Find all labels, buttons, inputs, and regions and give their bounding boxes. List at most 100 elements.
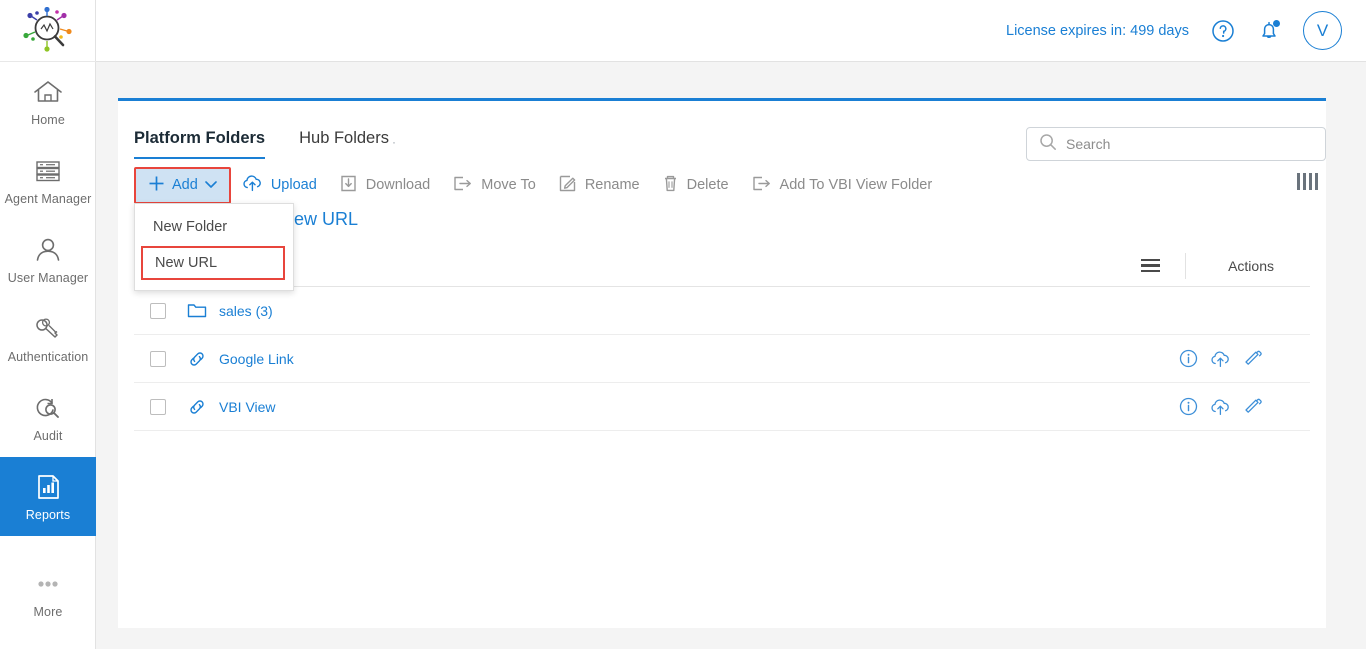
menu-item-new-folder[interactable]: New Folder bbox=[135, 210, 293, 244]
ellipsis-icon bbox=[31, 568, 65, 600]
sidebar-item-home[interactable]: Home bbox=[0, 62, 96, 141]
sidebar-item-label: Home bbox=[31, 113, 65, 127]
row-actions bbox=[1179, 349, 1262, 368]
table-row[interactable]: VBI View bbox=[134, 383, 1310, 431]
table-header: Actions bbox=[134, 245, 1310, 287]
toolbar-item-label: Rename bbox=[584, 177, 640, 193]
content-area: Platform Folders Hub Folders · Search Ad… bbox=[96, 62, 1366, 649]
add-dropdown-menu: New Folder New URL bbox=[134, 203, 294, 291]
cloud-upload-icon[interactable] bbox=[1210, 350, 1231, 368]
row-name[interactable]: sales (3) bbox=[219, 303, 273, 319]
keys-icon bbox=[31, 313, 65, 345]
sidebar-item-agent-manager[interactable]: Agent Manager bbox=[0, 141, 96, 220]
menu-item-label: New Folder bbox=[153, 219, 228, 235]
plus-icon bbox=[148, 175, 165, 196]
row-checkbox[interactable] bbox=[150, 350, 166, 367]
toolbar-item-label: Upload bbox=[270, 177, 317, 193]
row-name[interactable]: Google Link bbox=[219, 351, 294, 367]
list-menu-icon[interactable] bbox=[1141, 258, 1160, 273]
cloud-upload-icon bbox=[242, 174, 263, 196]
sidebar-item-label: Audit bbox=[33, 429, 63, 443]
chevron-down-icon bbox=[205, 177, 217, 193]
link-icon bbox=[186, 398, 208, 416]
search-box[interactable] bbox=[1026, 127, 1326, 161]
user-icon bbox=[31, 234, 65, 266]
menu-line bbox=[1141, 269, 1160, 273]
add-button[interactable]: Add bbox=[134, 166, 231, 204]
info-icon[interactable] bbox=[1179, 397, 1198, 416]
columns-icon[interactable] bbox=[1297, 173, 1318, 190]
info-icon[interactable] bbox=[1179, 349, 1198, 368]
menu-item-label: New URL bbox=[155, 255, 218, 271]
avatar-initial: V bbox=[1316, 20, 1329, 40]
pencil-square-icon bbox=[558, 174, 577, 197]
app-root: Home Agent Manager User Manager Authenti… bbox=[0, 0, 1366, 649]
home-icon bbox=[31, 76, 65, 108]
avatar[interactable]: V bbox=[1303, 11, 1342, 50]
sidebar-item-reports[interactable]: Reports bbox=[0, 457, 96, 536]
sidebar-item-user-manager[interactable]: User Manager bbox=[0, 220, 96, 299]
toolbar-item-label: Delete bbox=[686, 177, 729, 193]
column-bar bbox=[1309, 173, 1312, 190]
search-input[interactable] bbox=[1066, 136, 1313, 152]
question-circle-icon[interactable] bbox=[1211, 19, 1235, 43]
tab-platform-folders[interactable]: Platform Folders bbox=[134, 129, 266, 159]
tab-bar: Platform Folders Hub Folders · bbox=[118, 101, 1326, 161]
sidebar-item-label: More bbox=[33, 605, 63, 619]
breadcrumb[interactable]: Platform Folders / New URL bbox=[134, 209, 1326, 235]
cloud-upload-icon[interactable] bbox=[1210, 398, 1231, 416]
audit-search-icon bbox=[31, 392, 65, 424]
download-button[interactable]: Download bbox=[328, 167, 442, 204]
move-to-button[interactable]: Move To bbox=[441, 168, 547, 203]
download-box-icon bbox=[339, 174, 358, 197]
tab-label: Hub Folders bbox=[299, 129, 389, 147]
move-to-icon bbox=[452, 175, 473, 196]
top-bar: License expires in: 499 days V bbox=[96, 0, 1366, 62]
main-region: License expires in: 499 days V Platform … bbox=[96, 0, 1366, 649]
action-toolbar: Add Upload Download Move To Rename Delet… bbox=[134, 165, 1326, 291]
menu-line bbox=[1141, 264, 1160, 267]
sidebar-item-audit[interactable]: Audit bbox=[0, 378, 96, 457]
table-row[interactable]: sales (3) bbox=[134, 287, 1310, 335]
table-row[interactable]: Google Link bbox=[134, 335, 1310, 383]
link-icon bbox=[186, 350, 208, 368]
row-actions bbox=[1179, 397, 1262, 416]
folders-table: Actions sales (3) Google Link VBI View bbox=[134, 245, 1310, 431]
actions-column-header: Actions bbox=[1228, 257, 1274, 274]
row-checkbox[interactable] bbox=[150, 302, 166, 319]
bell-icon[interactable] bbox=[1257, 18, 1281, 44]
report-chart-icon bbox=[31, 471, 65, 503]
notification-badge bbox=[1273, 19, 1280, 27]
app-logo[interactable] bbox=[0, 0, 96, 62]
tab-hub-folders[interactable]: Hub Folders · bbox=[299, 129, 396, 159]
license-status: License expires in: 499 days bbox=[1006, 22, 1189, 39]
trash-icon bbox=[662, 174, 679, 197]
toolbar-item-label: Download bbox=[365, 177, 431, 193]
sidebar-item-label: Reports bbox=[25, 508, 71, 522]
upload-button[interactable]: Upload bbox=[231, 167, 328, 203]
sidebar-item-label: Agent Manager bbox=[4, 192, 92, 206]
magnifier-network-logo bbox=[23, 6, 72, 52]
pencil-icon[interactable] bbox=[1243, 397, 1262, 416]
pencil-icon[interactable] bbox=[1243, 349, 1262, 368]
row-name[interactable]: VBI View bbox=[219, 399, 276, 415]
menu-line bbox=[1141, 258, 1160, 262]
row-checkbox[interactable] bbox=[150, 398, 166, 415]
sidebar: Home Agent Manager User Manager Authenti… bbox=[0, 0, 96, 649]
add-to-vbi-view-folder-button[interactable]: Add To VBI View Folder bbox=[740, 168, 944, 203]
toolbar-item-label: Move To bbox=[481, 177, 536, 193]
sidebar-item-authentication[interactable]: Authentication bbox=[0, 299, 96, 378]
sidebar-item-label: Authentication bbox=[7, 350, 89, 364]
add-to-folder-icon bbox=[751, 175, 772, 196]
tab-marker-icon: · bbox=[391, 135, 396, 149]
rename-button[interactable]: Rename bbox=[547, 167, 651, 204]
menu-item-new-url[interactable]: New URL bbox=[141, 246, 285, 280]
delete-button[interactable]: Delete bbox=[651, 167, 740, 204]
server-stack-icon bbox=[31, 155, 65, 187]
header-divider bbox=[1185, 252, 1186, 279]
toolbar-item-label: Add To VBI View Folder bbox=[779, 177, 933, 193]
sidebar-item-more[interactable]: More bbox=[0, 554, 96, 633]
column-bar bbox=[1315, 173, 1318, 190]
column-bar bbox=[1303, 173, 1306, 190]
